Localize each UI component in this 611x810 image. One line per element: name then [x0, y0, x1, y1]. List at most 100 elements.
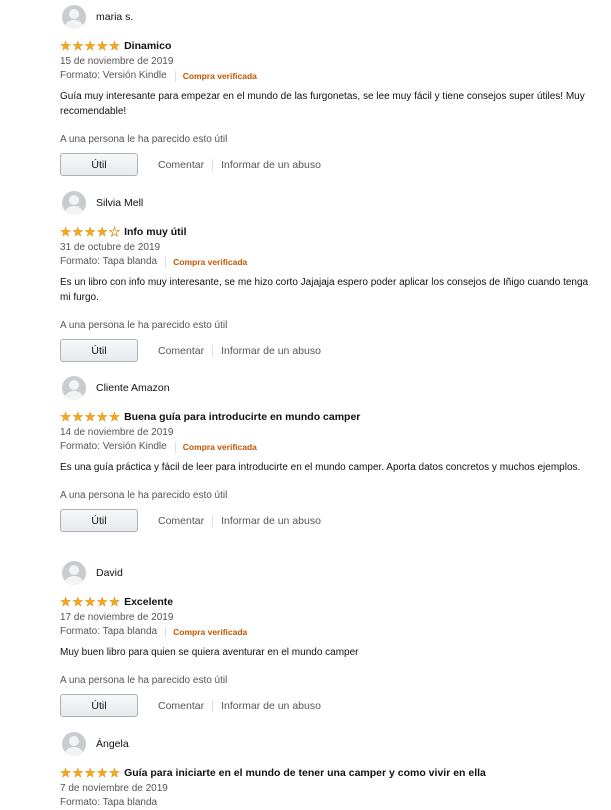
- star-rating[interactable]: ★ ★ ★ ★ ★: [60, 410, 121, 424]
- avatar-icon: [62, 561, 86, 585]
- comment-link[interactable]: Comentar: [158, 159, 204, 171]
- review-format[interactable]: Formato: Tapa blanda: [60, 255, 157, 269]
- review-actions: Útil Comentar Informar de un abuso: [60, 694, 600, 717]
- verified-badge: Compra verificada: [173, 257, 248, 267]
- author-name[interactable]: Cliente Amazon: [96, 382, 170, 394]
- report-abuse-link[interactable]: Informar de un abuso: [212, 699, 321, 712]
- star-icon: ★: [60, 410, 72, 424]
- meta-divider: [165, 626, 167, 638]
- star-icon: ★: [108, 766, 121, 780]
- helpful-count: A una persona le ha parecido esto útil: [60, 675, 228, 686]
- star-icon: ★: [96, 595, 108, 609]
- star-icon: ★: [72, 410, 84, 424]
- review-title[interactable]: Dinamico: [124, 40, 171, 52]
- review-title-row: ★ ★ ★ ★ ★ Buena guía para introducirte en mu…: [60, 410, 600, 424]
- review-author: Ángela: [62, 731, 600, 757]
- useful-button[interactable]: Útil: [60, 339, 138, 362]
- review-date: 31 de octubre de 2019: [60, 242, 161, 253]
- meta-divider: [174, 441, 176, 453]
- useful-button[interactable]: Útil: [60, 694, 138, 717]
- verified-badge: Compra verificada: [173, 627, 248, 637]
- meta-divider: [174, 70, 176, 82]
- star-rating[interactable]: ★ ★ ★ ★ ★: [60, 39, 121, 53]
- review-card: Ángela ★ ★ ★ ★ ★ Guía para iniciarte en el m…: [60, 731, 600, 810]
- review-meta: Formato: Tapa blanda Compra verificada: [60, 625, 600, 639]
- review-body: Guía muy interesante para empezar en el …: [60, 91, 585, 117]
- avatar-icon: [62, 376, 86, 400]
- review-title[interactable]: Guía para iniciarte en el mundo de tener…: [124, 767, 486, 779]
- star-icon: ★: [60, 595, 72, 609]
- review-meta: Formato: Tapa blanda Compra verificada: [60, 255, 600, 269]
- review-card: Cliente Amazon ★ ★ ★ ★ ★ Buena guía para int…: [60, 375, 600, 532]
- verified-badge: Compra verificada: [182, 71, 257, 81]
- review-title-row: ★ ★ ★ ★ ★ Guía para iniciarte en el mundo de…: [60, 766, 600, 780]
- report-abuse-link[interactable]: Informar de un abuso: [212, 344, 321, 357]
- avatar-icon: [62, 191, 86, 215]
- star-icon: ★: [84, 766, 96, 780]
- author-name[interactable]: Ángela: [96, 738, 129, 750]
- useful-button[interactable]: Útil: [60, 509, 138, 532]
- star-icon: ★: [60, 766, 72, 780]
- review-date: 14 de noviembre de 2019: [60, 427, 174, 438]
- star-icon: ★: [96, 39, 108, 53]
- report-abuse-link[interactable]: Informar de un abuso: [212, 158, 321, 171]
- comment-link[interactable]: Comentar: [158, 345, 204, 357]
- review-title[interactable]: Excelente: [124, 596, 173, 608]
- review-date: 7 de noviembre de 2019: [60, 783, 168, 794]
- review-format[interactable]: Formato: Tapa blanda: [60, 625, 157, 639]
- star-icon: ★: [96, 225, 108, 239]
- star-icon: ★: [72, 225, 84, 239]
- report-abuse-link[interactable]: Informar de un abuso: [212, 514, 321, 527]
- review-meta: Formato: Tapa blanda: [60, 796, 600, 810]
- review-format[interactable]: Formato: Versión Kindle: [60, 69, 167, 83]
- star-rating[interactable]: ★ ★ ★ ★ ★: [60, 225, 121, 239]
- review-body: Es un libro con info muy interesante, se…: [60, 277, 589, 303]
- review-meta: Formato: Versión Kindle Compra verificad…: [60, 69, 600, 83]
- star-icon: ★: [84, 39, 96, 53]
- review-title[interactable]: Info muy útil: [124, 226, 186, 238]
- review-author: Cliente Amazon: [62, 375, 600, 401]
- review-card: Silvia Mell ★ ★ ★ ★ ★ Info muy útil 31 de oc…: [60, 190, 600, 362]
- review-card: David ★ ★ ★ ★ ★ Excelente 17 de noviembre de…: [60, 560, 600, 717]
- star-icon: ★: [72, 39, 84, 53]
- useful-button[interactable]: Útil: [60, 153, 138, 176]
- review-title-row: ★ ★ ★ ★ ★ Dinamico: [60, 39, 600, 53]
- author-name[interactable]: David: [96, 567, 123, 579]
- review-actions: Útil Comentar Informar de un abuso: [60, 339, 600, 362]
- star-icon: ★: [96, 766, 108, 780]
- review-date: 17 de noviembre de 2019: [60, 612, 174, 623]
- review-title[interactable]: Buena guía para introducirte en mundo ca…: [124, 411, 360, 423]
- star-icon: ★: [72, 766, 84, 780]
- avatar-icon: [62, 5, 86, 29]
- review-card: maria s. ★ ★ ★ ★ ★ Dinamico 15 de noviembre …: [60, 4, 600, 176]
- review-author: Silvia Mell: [62, 190, 600, 216]
- meta-divider: [165, 256, 167, 268]
- review-meta: Formato: Versión Kindle Compra verificad…: [60, 440, 600, 454]
- star-icon: ★: [84, 410, 96, 424]
- star-rating[interactable]: ★ ★ ★ ★ ★: [60, 766, 121, 780]
- star-icon: ★: [84, 225, 96, 239]
- review-format[interactable]: Formato: Tapa blanda: [60, 796, 157, 810]
- verified-badge: Compra verificada: [182, 442, 257, 452]
- review-body: Es una guía práctica y fácil de leer par…: [60, 462, 581, 473]
- comment-link[interactable]: Comentar: [158, 515, 204, 527]
- review-author: David: [62, 560, 600, 586]
- review-author: maria s.: [62, 4, 600, 30]
- star-icon: ★: [108, 410, 121, 424]
- review-title-row: ★ ★ ★ ★ ★ Info muy útil: [60, 225, 600, 239]
- star-icon: ★: [108, 225, 121, 239]
- star-icon: ★: [108, 595, 121, 609]
- avatar-icon: [62, 732, 86, 756]
- comment-link[interactable]: Comentar: [158, 700, 204, 712]
- author-name[interactable]: Silvia Mell: [96, 197, 143, 209]
- review-date: 15 de noviembre de 2019: [60, 56, 174, 67]
- star-icon: ★: [108, 39, 121, 53]
- star-icon: ★: [72, 595, 84, 609]
- review-body: Muy buen libro para quien se quiera aven…: [60, 647, 359, 658]
- helpful-count: A una persona le ha parecido esto útil: [60, 490, 228, 501]
- author-name[interactable]: maria s.: [96, 11, 133, 23]
- review-format[interactable]: Formato: Versión Kindle: [60, 440, 167, 454]
- reviews-list: maria s. ★ ★ ★ ★ ★ Dinamico 15 de noviembre …: [0, 0, 611, 808]
- star-icon: ★: [60, 39, 72, 53]
- star-rating[interactable]: ★ ★ ★ ★ ★: [60, 595, 121, 609]
